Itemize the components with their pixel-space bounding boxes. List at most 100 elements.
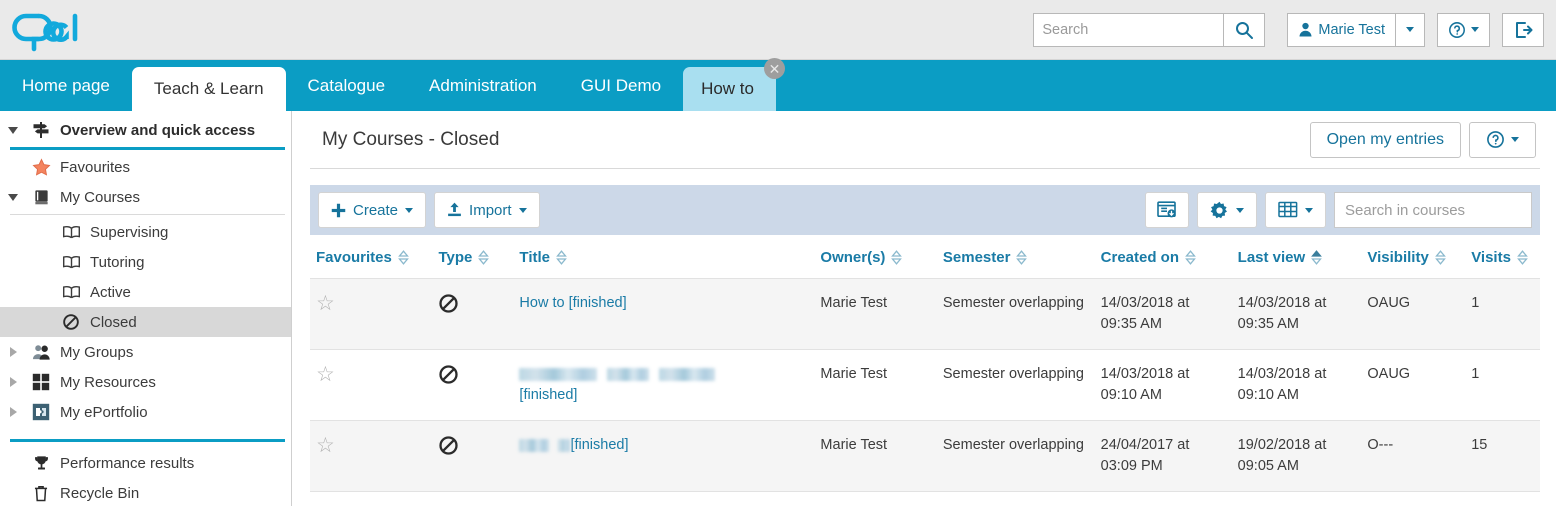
sidebar-item-label: Overview and quick access (56, 122, 255, 139)
question-circle-icon (1486, 130, 1505, 149)
question-circle-icon (1448, 21, 1466, 39)
sidebar-item-my-courses[interactable]: My Courses (0, 182, 291, 212)
sidebar-item-my-groups[interactable]: My Groups (0, 337, 291, 367)
cell-owners: Marie Test (814, 279, 936, 350)
sort-icon[interactable] (1016, 250, 1027, 265)
logout-group (1502, 13, 1544, 47)
gear-icon (1210, 201, 1229, 220)
sidebar-item-supervising[interactable]: Supervising (0, 217, 291, 247)
sort-icon-active[interactable] (1311, 250, 1322, 265)
puzzle-icon (26, 403, 56, 421)
signpost-icon (26, 121, 56, 139)
course-title-link[interactable]: How to [finished] (519, 295, 626, 311)
sort-icon[interactable] (398, 250, 409, 265)
cell-title[interactable]: [finished] (513, 421, 814, 492)
nav-tab-gui-demo[interactable]: GUI Demo (559, 60, 683, 111)
cell-type (432, 421, 513, 492)
sidebar-item-my-eportfolio[interactable]: My ePortfolio (0, 397, 291, 427)
user-button[interactable]: Marie Test (1287, 13, 1396, 47)
table-view-button[interactable] (1265, 192, 1326, 228)
user-dropdown-button[interactable] (1396, 13, 1425, 47)
course-title-link[interactable]: [finished] (519, 366, 715, 403)
nav-tab-administration[interactable]: Administration (407, 60, 559, 111)
chevron-down-icon (519, 208, 527, 213)
sidebar-item-label: My Resources (56, 374, 156, 391)
column-header-semester[interactable]: Semester (937, 235, 1095, 279)
column-header-visibility[interactable]: Visibility (1361, 235, 1465, 279)
page-help-button[interactable] (1469, 122, 1536, 158)
search-icon[interactable] (1223, 13, 1265, 47)
sidebar-item-recycle-bin[interactable]: Recycle Bin (0, 478, 291, 506)
cell-favourite[interactable]: ☆ (310, 279, 432, 350)
expander-down-icon[interactable] (0, 127, 26, 134)
cell-last-view: 14/03/2018 at 09:35 AM (1232, 279, 1362, 350)
book-closed-icon (26, 189, 56, 206)
cell-visits: 1 (1465, 279, 1540, 350)
sidebar-item-active[interactable]: Active (0, 277, 291, 307)
column-label: Type (438, 249, 472, 266)
opal-logo[interactable] (6, 6, 102, 54)
column-label: Semester (943, 249, 1011, 266)
course-title-link[interactable]: [finished] (519, 437, 628, 453)
sidebar-item-favourites[interactable]: Favourites (0, 152, 291, 182)
close-icon[interactable]: ✕ (764, 58, 785, 79)
column-header-owners[interactable]: Owner(s) (814, 235, 936, 279)
create-button[interactable]: Create (318, 192, 426, 228)
blocked-icon (438, 364, 459, 389)
cell-favourite[interactable]: ☆ (310, 350, 432, 421)
nav-tab-label: Catalogue (308, 76, 386, 96)
column-header-visits[interactable]: Visits (1465, 235, 1540, 279)
help-button[interactable] (1437, 13, 1490, 47)
column-header-last-view[interactable]: Last view (1232, 235, 1362, 279)
cell-created-on: 14/03/2018 at 09:35 AM (1095, 279, 1232, 350)
expander-right-icon[interactable] (0, 407, 26, 417)
column-header-favourites[interactable]: Favourites (310, 235, 432, 279)
nav-tab-teach-and-learn[interactable]: Teach & Learn (132, 67, 286, 111)
nav-tab-catalogue[interactable]: Catalogue (286, 60, 408, 111)
sidebar-item-tutoring[interactable]: Tutoring (0, 247, 291, 277)
sidebar-item-closed[interactable]: Closed (0, 307, 291, 337)
logout-button[interactable] (1502, 13, 1544, 47)
sidebar-item-label: Recycle Bin (56, 485, 139, 502)
grid-icon (26, 373, 56, 391)
sidebar-item-performance-results[interactable]: Performance results (0, 448, 291, 478)
expander-right-icon[interactable] (0, 347, 26, 357)
sidebar-item-my-resources[interactable]: My Resources (0, 367, 291, 397)
favourite-star-icon[interactable]: ☆ (316, 292, 335, 315)
table-row[interactable]: ☆ [finished] Marie Tes (310, 421, 1540, 492)
nav-tab-home-page[interactable]: Home page (0, 60, 132, 111)
cell-title[interactable]: How to [finished] (513, 279, 814, 350)
sort-icon[interactable] (1185, 250, 1196, 265)
column-header-type[interactable]: Type (432, 235, 513, 279)
settings-button[interactable] (1197, 192, 1257, 228)
favourite-star-icon[interactable]: ☆ (316, 363, 335, 386)
cell-title[interactable]: [finished] (513, 350, 814, 421)
table-toolbar: Create Import (310, 185, 1540, 235)
plus-icon (331, 203, 346, 218)
expander-right-icon[interactable] (0, 377, 26, 387)
report-download-button[interactable] (1145, 192, 1189, 228)
sidebar-item-overview-and-quick-access[interactable]: Overview and quick access (0, 115, 291, 145)
sidebar-divider (10, 214, 285, 215)
open-my-entries-button[interactable]: Open my entries (1310, 122, 1461, 158)
sort-icon[interactable] (891, 250, 902, 265)
cell-visits: 15 (1465, 421, 1540, 492)
import-button[interactable]: Import (434, 192, 540, 228)
sort-icon[interactable] (1517, 250, 1528, 265)
sort-icon[interactable] (478, 250, 489, 265)
table-row[interactable]: ☆ [finished] (310, 350, 1540, 421)
sort-icon[interactable] (1435, 250, 1446, 265)
column-header-created-on[interactable]: Created on (1095, 235, 1232, 279)
cell-favourite[interactable]: ☆ (310, 421, 432, 492)
search-input[interactable] (1033, 13, 1223, 47)
column-header-title[interactable]: Title (513, 235, 814, 279)
search-in-courses-input[interactable] (1334, 192, 1532, 228)
sidebar: Overview and quick access Favourites My (0, 111, 292, 506)
favourite-star-icon[interactable]: ☆ (316, 434, 335, 457)
nav-tab-how-to[interactable]: How to ✕ (683, 67, 776, 111)
sort-icon[interactable] (556, 250, 567, 265)
expander-down-icon[interactable] (0, 194, 26, 201)
chevron-down-icon (1305, 208, 1313, 213)
page-header-actions: Open my entries (1310, 122, 1536, 158)
table-row[interactable]: ☆ How to [finished] Marie Test Semester … (310, 279, 1540, 350)
